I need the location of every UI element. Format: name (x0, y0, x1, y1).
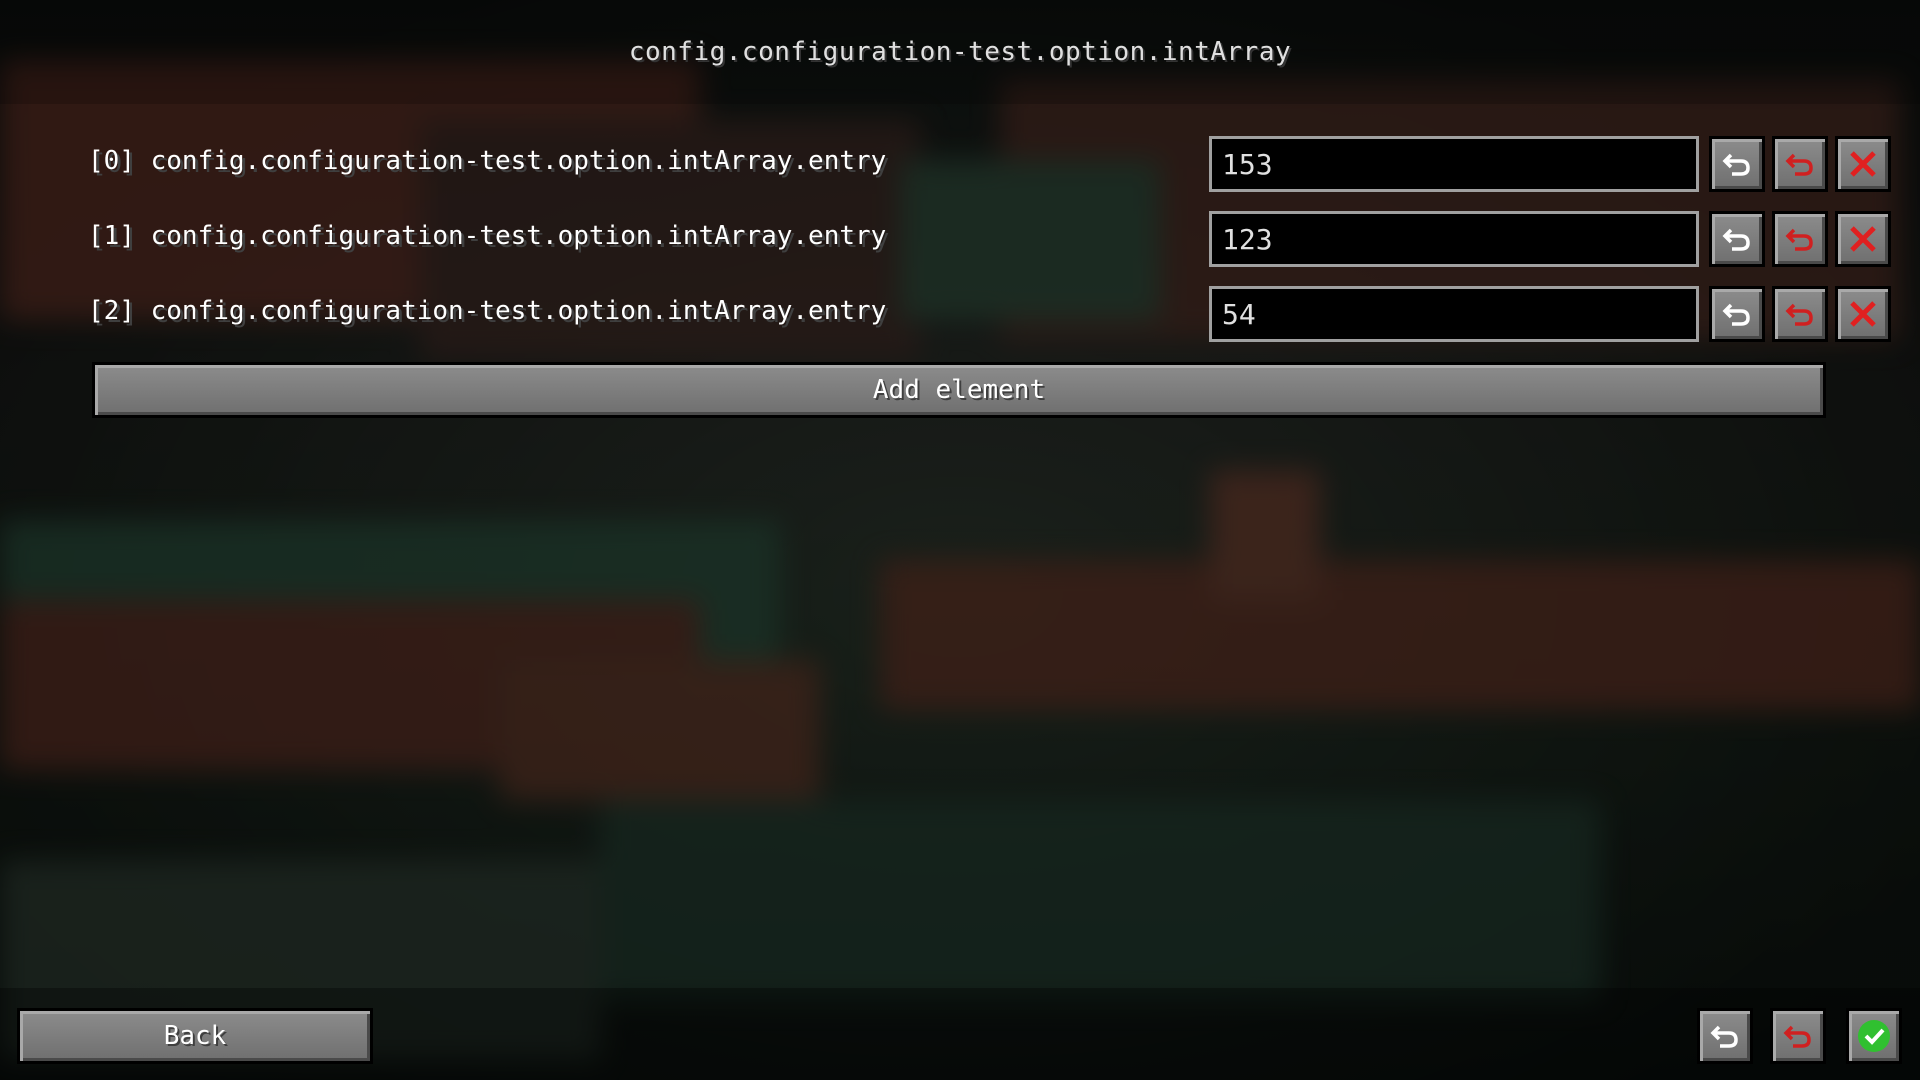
undo-button[interactable] (1709, 286, 1765, 342)
list-item: [0] config.configuration-test.option.int… (0, 136, 1920, 198)
remove-icon (1850, 226, 1876, 252)
reset-default-button[interactable] (1772, 211, 1828, 267)
remove-button[interactable] (1835, 286, 1891, 342)
remove-icon (1850, 301, 1876, 327)
undo-icon (1710, 1025, 1738, 1048)
add-element-button[interactable]: Add element (92, 362, 1826, 418)
undo-icon (1722, 228, 1750, 251)
reset-default-button[interactable] (1772, 136, 1828, 192)
entry-label: [1] config.configuration-test.option.int… (88, 221, 887, 251)
entry-value-field[interactable] (1209, 286, 1699, 342)
entry-value-field[interactable] (1209, 211, 1699, 267)
page-title: config.configuration-test.option.intArra… (628, 37, 1292, 67)
add-element-label: Add element (872, 375, 1046, 405)
entry-value-field[interactable] (1209, 136, 1699, 192)
remove-button[interactable] (1835, 211, 1891, 267)
back-button[interactable]: Back (17, 1008, 373, 1064)
remove-icon (1850, 151, 1876, 177)
undo-icon (1722, 303, 1750, 326)
undo-icon (1722, 153, 1750, 176)
list-item: [1] config.configuration-test.option.int… (0, 211, 1920, 273)
reset-default-icon (1785, 153, 1813, 176)
reset-default-button[interactable] (1772, 286, 1828, 342)
checkmark-icon (1858, 1020, 1890, 1052)
list-item: [2] config.configuration-test.option.int… (0, 286, 1920, 348)
footer-bar: Back (0, 988, 1920, 1080)
undo-all-button[interactable] (1697, 1008, 1753, 1064)
confirm-button[interactable] (1846, 1008, 1902, 1064)
reset-all-button[interactable] (1770, 1008, 1826, 1064)
reset-default-icon (1785, 303, 1813, 326)
entry-label: [0] config.configuration-test.option.int… (88, 146, 887, 176)
reset-default-icon (1785, 228, 1813, 251)
remove-button[interactable] (1835, 136, 1891, 192)
entry-label: [2] config.configuration-test.option.int… (88, 296, 887, 326)
undo-button[interactable] (1709, 211, 1765, 267)
header-bar: config.configuration-test.option.intArra… (0, 0, 1920, 104)
reset-default-icon (1783, 1025, 1811, 1048)
back-label: Back (163, 1021, 227, 1051)
entry-list: [0] config.configuration-test.option.int… (0, 104, 1920, 988)
undo-button[interactable] (1709, 136, 1765, 192)
